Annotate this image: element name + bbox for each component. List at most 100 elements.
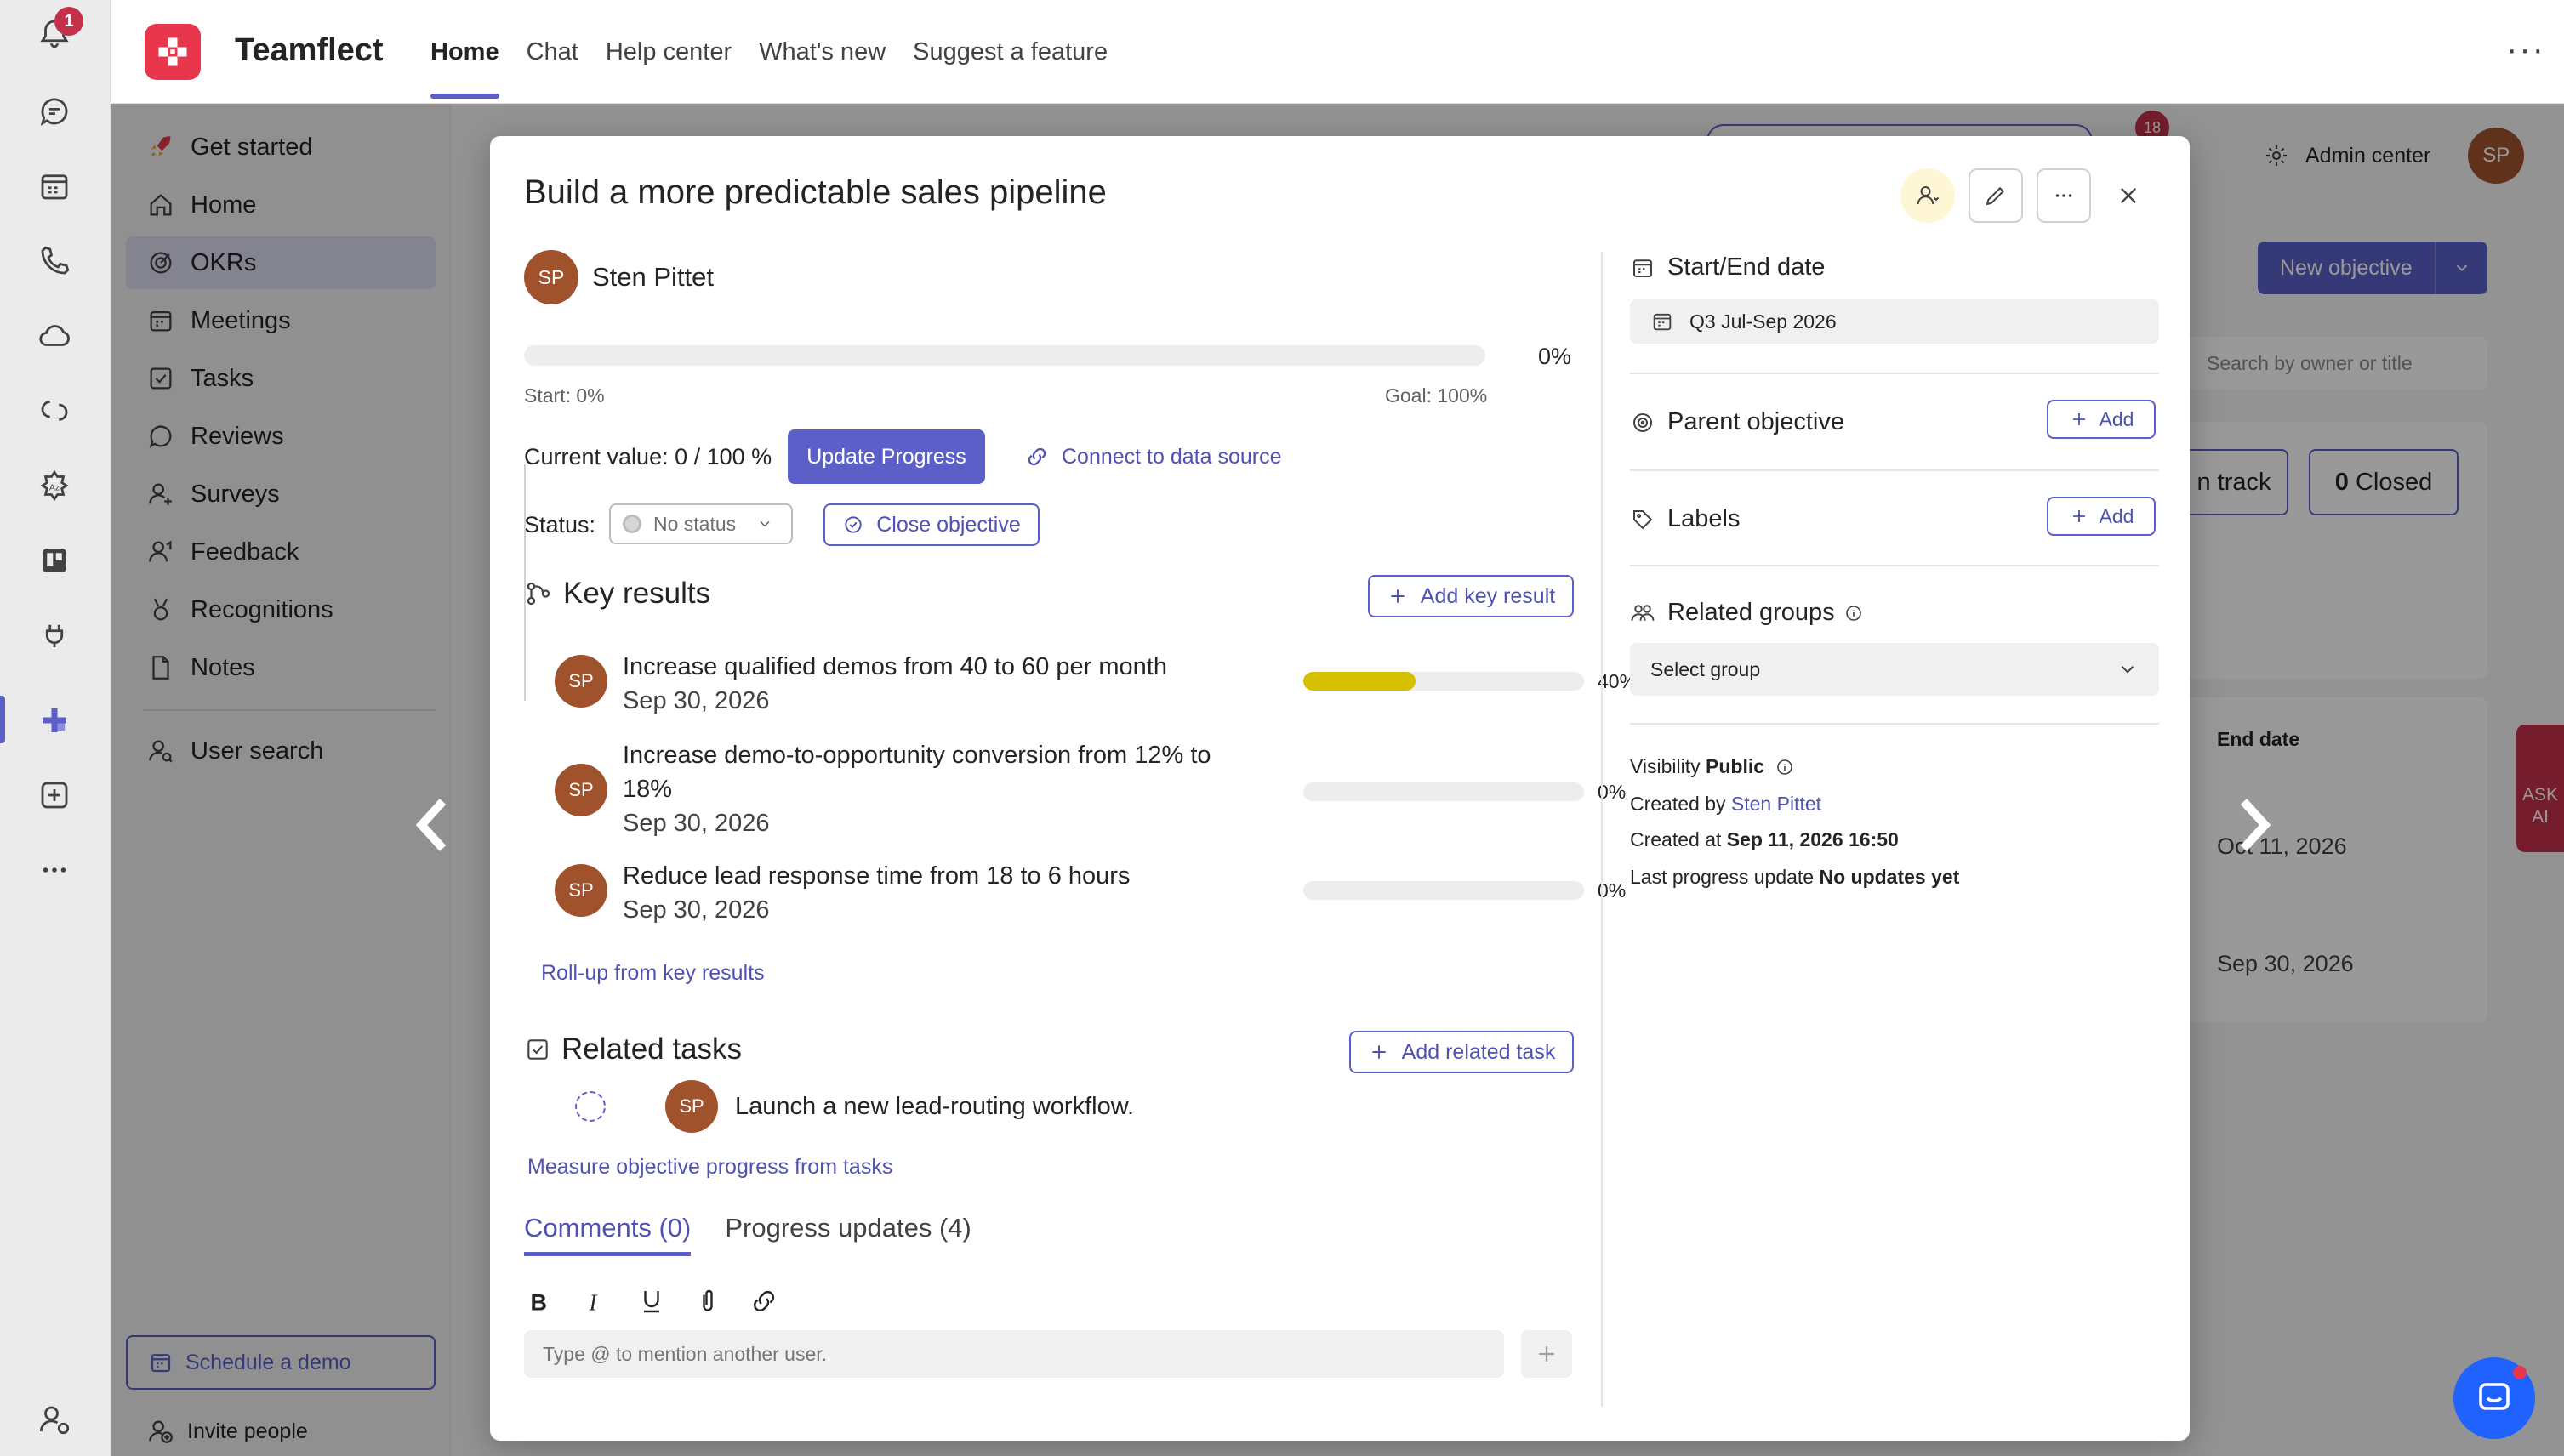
info-icon[interactable] [1843,603,1864,623]
created-at-line: Created at Sep 11, 2026 16:50 [1630,828,1899,851]
related-groups-title: Related groups [1667,599,1835,626]
task-title: Launch a new lead-routing workflow. [735,1092,1135,1120]
tab-suggest-feature[interactable]: Suggest a feature [913,0,1108,104]
add-app-icon[interactable] [30,771,79,820]
labels-title: Labels [1667,505,1741,532]
add-label-button[interactable]: Add [2047,497,2156,536]
plus-icon [2072,510,2085,522]
chat-support-button[interactable] [2453,1357,2535,1439]
avatar: SP [555,864,607,917]
measure-progress-from-tasks-link[interactable]: Measure objective progress from tasks [527,1155,892,1180]
progress-start: Start: 0% [524,384,605,407]
svg-text:B: B [531,1290,548,1316]
status-dropdown[interactable]: No status [609,503,793,544]
select-group-value: Select group [1650,657,1761,680]
key-results-tree-line [524,464,526,701]
add-key-result-label: Add key result [1420,583,1556,608]
app-rail: 1 Az [0,0,111,1456]
key-result-title: Reduce lead response time from 18 to 6 h… [623,862,1131,890]
add-label: Add [2099,407,2134,430]
key-result-row[interactable]: SP Increase qualified demos from 40 to 6… [555,650,1637,726]
more-icon [2055,194,2072,197]
loop-icon[interactable] [30,386,79,435]
close-icon[interactable] [2110,177,2147,214]
connect-data-source-label: Connect to data source [1062,444,1282,469]
tab-home[interactable]: Home [430,0,499,104]
select-group-dropdown[interactable]: Select group [1630,643,2159,696]
visibility-value: Public [1706,755,1765,777]
connect-data-source-link[interactable]: Connect to data source [1024,444,1282,469]
cloud-icon[interactable] [30,311,79,361]
ai-apps-icon[interactable]: Az [30,461,79,510]
assign-owner-button[interactable] [1900,168,1955,223]
add-related-task-button[interactable]: Add related task [1349,1031,1574,1073]
more-icon[interactable] [30,845,79,895]
notification-badge: 1 [54,7,83,36]
add-parent-objective-button[interactable]: Add [2047,400,2156,439]
add-comment-button[interactable] [1521,1330,1572,1378]
link-icon [1028,447,1046,466]
plugin-icon[interactable] [30,611,79,660]
chevron-down-icon [2121,666,2134,674]
comments-tabs: Comments (0) Progress updates (4) [524,1213,971,1256]
key-result-row[interactable]: SP Reduce lead response time from 18 to … [555,859,1626,936]
close-objective-button[interactable]: Close objective [823,503,1040,546]
people-settings-icon[interactable] [30,1395,79,1444]
more-options-button[interactable] [2037,168,2091,223]
top-bar: Teamflect Home Chat Help center What's n… [111,0,2564,104]
planner-icon[interactable] [30,536,79,585]
previous-objective-arrow-icon[interactable] [407,795,458,855]
visibility-label: Visibility [1630,755,1701,777]
key-result-date: Sep 30, 2026 [623,896,770,924]
divider [1630,565,2159,566]
top-more-button[interactable]: ··· [2506,31,2545,69]
key-result-date: Sep 30, 2026 [623,810,770,837]
add-label: Add [2099,504,2134,527]
key-result-title: Increase demo-to-opportunity conversion … [623,742,1211,803]
target-icon [1633,412,1652,432]
tab-chat[interactable]: Chat [527,0,578,104]
key-result-row[interactable]: SP Increase demo-to-opportunity conversi… [555,738,1626,840]
tab-progress-updates[interactable]: Progress updates (4) [725,1213,971,1256]
status-value: No status [653,512,737,535]
tab-help-center[interactable]: Help center [606,0,732,104]
key-results-heading: Key results [524,577,710,611]
top-nav-tabs: Home Chat Help center What's new Suggest… [430,0,1108,104]
italic-icon[interactable]: I [580,1286,611,1317]
add-related-task-label: Add related task [1401,1039,1556,1064]
edit-button[interactable] [1969,168,2023,223]
key-result-progress-bar [1303,881,1584,900]
plus-icon [1539,1346,1554,1362]
start-end-date-field[interactable]: Q3 Jul-Sep 2026 [1630,299,2159,344]
current-value: Current value: 0 / 100 % [524,444,772,469]
attachment-icon[interactable] [692,1286,723,1317]
calendar-icon[interactable] [30,162,79,211]
created-by-user-link[interactable]: Sten Pittet [1731,793,1821,815]
teamflect-icon[interactable] [30,696,79,745]
phone-icon[interactable] [30,236,79,286]
avatar: SP [555,764,607,816]
start-end-date-value: Q3 Jul-Sep 2026 [1689,310,1837,333]
task-status-circle-icon[interactable] [575,1091,606,1122]
created-at-value: Sep 11, 2026 16:50 [1726,828,1899,850]
divider [1630,469,2159,471]
objective-progress-bar [524,345,1485,366]
chevron-down-icon [760,520,770,527]
key-result-progress-bar [1303,672,1584,691]
link-icon[interactable] [749,1286,779,1317]
underline-icon[interactable] [636,1286,667,1317]
update-progress-button[interactable]: Update Progress [788,429,985,484]
add-key-result-button[interactable]: Add key result [1368,575,1574,617]
info-icon[interactable] [1775,757,1795,777]
chat-icon[interactable] [30,87,79,136]
next-objective-arrow-icon[interactable] [2229,795,2280,855]
objective-owner[interactable]: SP Sten Pittet [524,250,714,304]
comment-input[interactable] [524,1330,1504,1378]
related-task-row[interactable]: SP Launch a new lead-routing workflow. [575,1080,1134,1133]
bold-icon[interactable]: B [524,1286,555,1317]
avatar: SP [665,1080,718,1133]
rollup-from-key-results-link[interactable]: Roll-up from key results [541,961,765,986]
labels-label: Labels [1630,505,1740,533]
tab-whats-new[interactable]: What's new [759,0,886,104]
tab-comments[interactable]: Comments (0) [524,1213,692,1256]
